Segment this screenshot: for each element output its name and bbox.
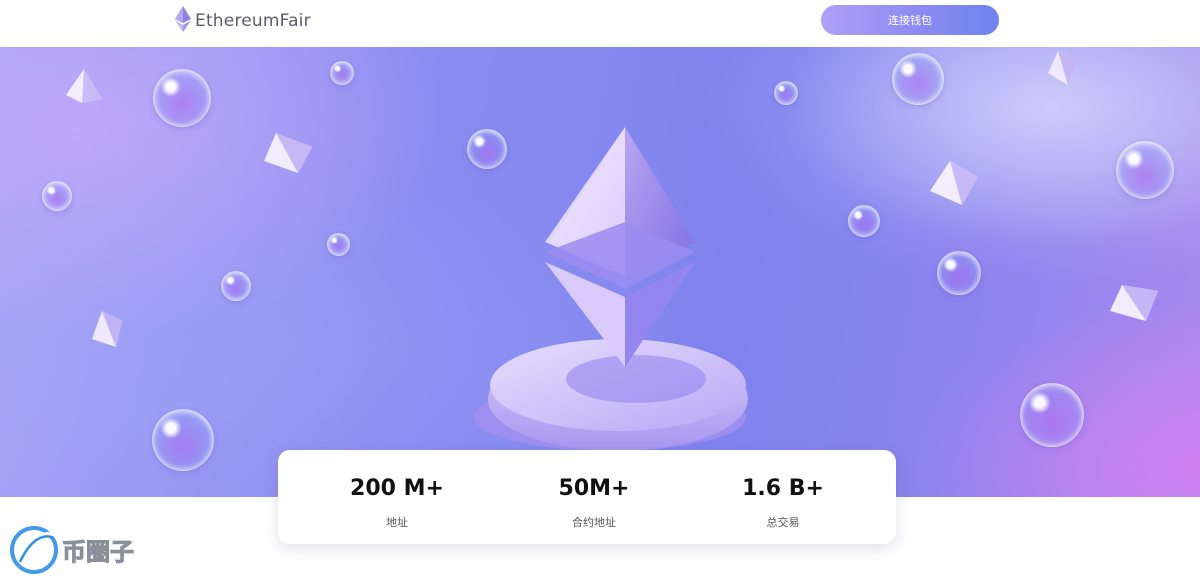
decor-bubble <box>221 271 251 301</box>
brand-name: EthereumFair <box>195 11 311 31</box>
hero-banner <box>0 47 1200 497</box>
brand-logo[interactable]: EthereumFair <box>174 6 311 36</box>
decor-crystal-gem <box>92 311 122 347</box>
decor-bubble <box>848 205 880 237</box>
decor-bubble <box>1020 383 1084 447</box>
decor-bubble <box>892 53 944 105</box>
stat-total-transactions: 1.6 B+ 总交易 <box>680 450 886 544</box>
decor-bubble <box>330 61 354 85</box>
stat-addresses: 200 M+ 地址 <box>294 450 500 544</box>
decor-crystal-gem <box>66 69 102 103</box>
decor-bubble <box>937 251 981 295</box>
stat-value: 50M+ <box>558 476 630 501</box>
bquanzi-logo-icon: 币圈子 <box>10 526 135 574</box>
decor-bubble <box>1116 141 1174 199</box>
decor-bubble <box>152 409 214 471</box>
decor-bubble <box>327 233 350 256</box>
stats-card: 200 M+ 地址 50M+ 合约地址 1.6 B+ 总交易 <box>278 450 896 544</box>
decor-crystal-gem <box>1048 51 1078 85</box>
connect-wallet-button[interactable]: 连接钱包 <box>821 5 999 35</box>
stat-value: 1.6 B+ <box>742 476 824 501</box>
top-navbar: EthereumFair 连接钱包 <box>0 0 1200 47</box>
ethereum-icon <box>174 6 192 36</box>
decor-bubble <box>153 69 211 127</box>
stat-label: 总交易 <box>766 516 800 529</box>
decor-crystal-gem <box>930 161 978 205</box>
decor-crystal-gem <box>264 133 312 173</box>
decor-bubble <box>42 181 72 211</box>
decor-bubble <box>774 81 798 105</box>
ethereum-3d-illustration <box>474 127 748 451</box>
stat-label: 地址 <box>386 516 408 529</box>
decor-crystal-gem <box>1110 285 1158 321</box>
decor-bubble <box>467 129 507 169</box>
watermark-text: 币圈子 <box>62 538 134 566</box>
stat-label: 合约地址 <box>572 516 616 529</box>
stat-contract-addresses: 50M+ 合约地址 <box>491 450 697 544</box>
stat-value: 200 M+ <box>350 476 444 501</box>
